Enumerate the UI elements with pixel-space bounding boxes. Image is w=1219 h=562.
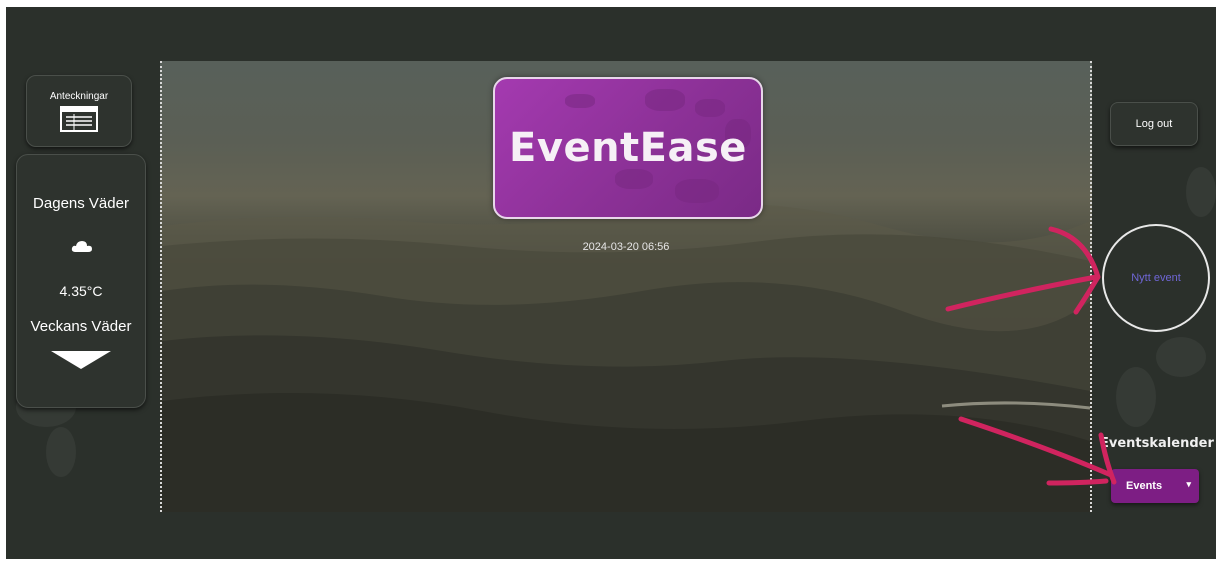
eventease-logo: EventEase xyxy=(493,77,763,219)
notes-button[interactable]: Anteckningar xyxy=(26,75,132,147)
app-background: EventEase 2024-03-20 06:56 Anteckningar … xyxy=(6,7,1216,559)
event-calendar-title: Eventskalender xyxy=(1100,436,1214,451)
logout-button[interactable]: Log out xyxy=(1110,102,1198,146)
chevron-down-icon[interactable] xyxy=(51,351,111,371)
hero-landscape: EventEase 2024-03-20 06:56 xyxy=(160,61,1092,512)
background-leaf xyxy=(46,427,76,477)
background-leaf xyxy=(1116,367,1156,427)
events-dropdown[interactable]: Events ▾ xyxy=(1111,469,1199,503)
new-event-button[interactable]: Nytt event xyxy=(1102,224,1210,332)
background-leaf xyxy=(1156,337,1206,377)
week-weather-title: Veckans Väder xyxy=(30,318,132,335)
weather-panel: Dagens Väder 4.35°C Veckans Väder xyxy=(16,154,146,408)
notepad-icon xyxy=(60,106,98,132)
notes-button-label: Anteckningar xyxy=(49,91,109,102)
temperature-value: 4.35°C xyxy=(59,283,103,299)
app-title: EventEase xyxy=(509,125,747,171)
new-event-label: Nytt event xyxy=(1131,272,1181,284)
events-dropdown-value: Events xyxy=(1126,480,1163,492)
today-weather-title: Dagens Väder xyxy=(33,195,129,212)
current-datetime: 2024-03-20 06:56 xyxy=(582,241,670,253)
background-leaf xyxy=(1186,167,1216,217)
caret-down-icon: ▾ xyxy=(1186,479,1191,489)
cloud-icon xyxy=(71,241,92,252)
